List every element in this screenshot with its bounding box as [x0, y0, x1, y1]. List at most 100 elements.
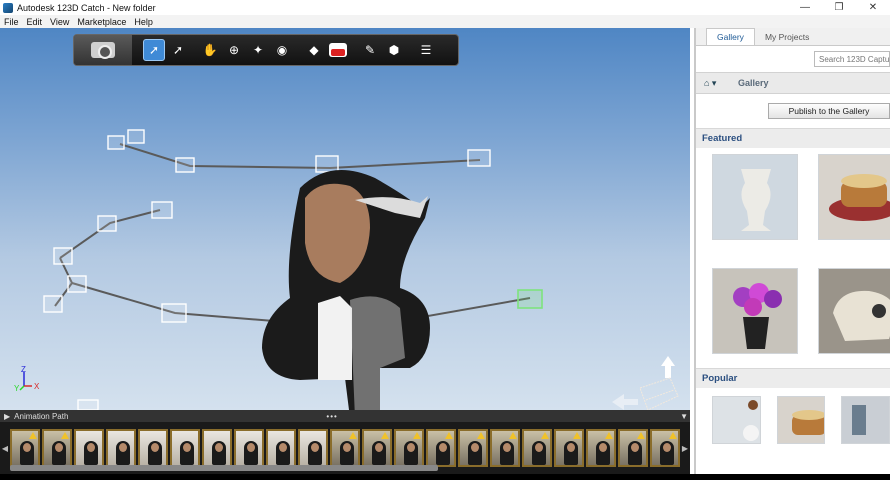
navigation-cube[interactable]: [612, 356, 680, 410]
app-icon: [3, 2, 13, 13]
breadcrumb-gallery[interactable]: Gallery: [726, 78, 769, 88]
menu-file[interactable]: File: [0, 17, 23, 27]
filmstrip-left-arrow[interactable]: ◀: [0, 444, 10, 453]
gallery-card-cake[interactable]: [818, 154, 890, 240]
person-face: [87, 443, 95, 452]
person-face: [663, 443, 671, 452]
camera-marker[interactable]: [175, 157, 195, 173]
close-button[interactable]: ✕: [856, 0, 890, 15]
person-face: [151, 443, 159, 452]
warning-icon: [637, 432, 645, 439]
menu-edit[interactable]: Edit: [23, 17, 47, 27]
person-face: [343, 443, 351, 452]
filmstrip-thumbnail[interactable]: [618, 429, 648, 467]
filmstrip-thumbnail[interactable]: [554, 429, 584, 467]
tab-my-projects[interactable]: My Projects: [755, 29, 819, 45]
animation-path-label[interactable]: Animation Path: [14, 412, 68, 421]
popular-card-bear[interactable]: [712, 396, 761, 444]
person-face: [535, 443, 543, 452]
warning-icon: [477, 432, 485, 439]
camera-marker[interactable]: [161, 303, 187, 323]
popular-title: Popular: [696, 368, 890, 388]
warning-icon: [349, 432, 357, 439]
popular-card-object[interactable]: [841, 396, 890, 444]
tab-gallery[interactable]: Gallery: [706, 28, 755, 45]
3d-viewport[interactable]: ➚ ➚ ✋ ⊕ ✦ ◉ ◆ ✎ ⬢ ☰ Z X Y: [0, 28, 690, 410]
person-face: [599, 443, 607, 452]
filmstrip-thumbnail[interactable]: [650, 429, 680, 467]
collapse-arrow-icon[interactable]: ▼: [680, 412, 688, 421]
filmstrip-thumbnail[interactable]: [490, 429, 520, 467]
axis-y-label: Y: [14, 384, 20, 392]
filmstrip-thumbnail[interactable]: [362, 429, 392, 467]
person-face: [407, 443, 415, 452]
gallery-card-skull[interactable]: [818, 268, 890, 354]
camera-marker[interactable]: [467, 149, 491, 167]
filmstrip-thumbnail[interactable]: [10, 429, 40, 467]
popular-row: [696, 388, 890, 444]
warning-icon: [381, 432, 389, 439]
featured-grid: [696, 148, 890, 368]
filmstrip-thumbnail[interactable]: [266, 429, 296, 467]
filmstrip-right-arrow[interactable]: ▶: [680, 444, 690, 453]
expand-triangle-icon[interactable]: ▶: [4, 412, 10, 421]
menu-help[interactable]: Help: [130, 17, 157, 27]
camera-marker[interactable]: [151, 201, 173, 219]
camera-marker[interactable]: [97, 215, 117, 232]
skull-thumbnail: [819, 269, 890, 353]
resize-handle[interactable]: •••: [326, 412, 337, 421]
filmstrip-thumbnails: [10, 429, 680, 467]
gallery-card-flowers[interactable]: [712, 268, 798, 354]
filmstrip-scrollbar[interactable]: [10, 465, 438, 471]
camera-marker[interactable]: [53, 247, 73, 265]
window-controls: — ❐ ✕: [788, 0, 890, 15]
camera-marker[interactable]: [315, 155, 339, 173]
person-face: [631, 443, 639, 452]
warning-icon: [541, 432, 549, 439]
camera-marker[interactable]: [67, 275, 87, 293]
warning-icon: [573, 432, 581, 439]
cake-thumbnail: [819, 155, 890, 239]
filmstrip-thumbnail[interactable]: [298, 429, 328, 467]
filmstrip-thumbnail[interactable]: [394, 429, 424, 467]
axis-x-label: X: [34, 382, 40, 391]
filmstrip-thumbnail[interactable]: [586, 429, 616, 467]
gallery-card-vase[interactable]: [712, 154, 798, 240]
warning-icon: [61, 432, 69, 439]
filmstrip-thumbnail[interactable]: [202, 429, 232, 467]
object-thumbnail: [842, 397, 890, 443]
breadcrumb: ⌂ ▾ Gallery: [696, 72, 890, 94]
filmstrip-thumbnail[interactable]: [330, 429, 360, 467]
selected-camera-marker[interactable]: [517, 289, 543, 309]
filmstrip-thumbnail[interactable]: [42, 429, 72, 467]
warning-icon: [605, 432, 613, 439]
search-input[interactable]: [814, 51, 890, 67]
cake-thumbnail: [777, 397, 825, 443]
home-icon[interactable]: ⌂ ▾: [704, 78, 726, 89]
maximize-button[interactable]: ❐: [822, 0, 856, 15]
featured-title: Featured: [696, 128, 890, 148]
filmstrip-thumbnail[interactable]: [426, 429, 456, 467]
filmstrip-thumbnail[interactable]: [170, 429, 200, 467]
publish-button[interactable]: Publish to the Gallery: [768, 103, 890, 119]
camera-marker[interactable]: [43, 295, 63, 313]
axis-z-label: Z: [21, 366, 26, 374]
person-face: [503, 443, 511, 452]
filmstrip-thumbnail[interactable]: [234, 429, 264, 467]
panel-tabs: Gallery My Projects: [696, 28, 890, 46]
menu-marketplace[interactable]: Marketplace: [73, 17, 130, 27]
warning-icon: [445, 432, 453, 439]
popular-card-cake[interactable]: [776, 396, 826, 444]
menu-bar: File Edit View Marketplace Help: [0, 15, 890, 28]
filmstrip-thumbnail[interactable]: [458, 429, 488, 467]
filmstrip-thumbnail[interactable]: [138, 429, 168, 467]
filmstrip-thumbnail[interactable]: [74, 429, 104, 467]
person-face: [119, 443, 127, 452]
filmstrip-thumbnail[interactable]: [522, 429, 552, 467]
menu-view[interactable]: View: [46, 17, 73, 27]
filmstrip-thumbnail[interactable]: [106, 429, 136, 467]
flowers-thumbnail: [713, 269, 797, 353]
minimize-button[interactable]: —: [788, 0, 822, 15]
person-face: [311, 443, 319, 452]
camera-marker[interactable]: [77, 399, 99, 410]
